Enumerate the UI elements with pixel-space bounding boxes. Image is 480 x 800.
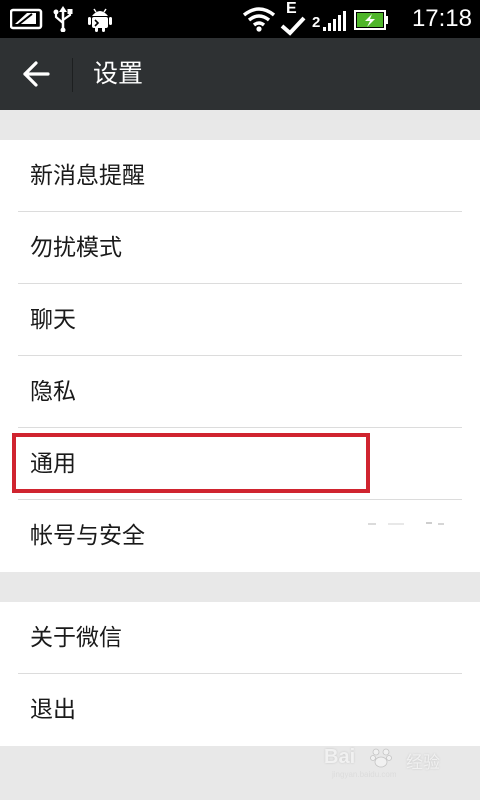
settings-item-chat[interactable]: 聊天 <box>0 284 480 356</box>
settings-item-label: 聊天 <box>30 307 76 333</box>
settings-item-label: 退出 <box>30 697 76 723</box>
paw-icon <box>370 748 392 768</box>
settings-item-label: 新消息提醒 <box>30 163 145 189</box>
settings-group-about: 关于微信 退出 <box>0 602 480 746</box>
action-bar: 设置 <box>0 38 480 110</box>
baidu-jingyan-watermark: Bai 经验 jingyan.baidu.com <box>324 742 450 782</box>
status-bar: E 2 17:18 <box>0 0 480 38</box>
system-icons: E 2 17:18 <box>242 0 472 38</box>
battery-charging-icon <box>354 10 388 30</box>
settings-item-privacy[interactable]: 隐私 <box>0 356 480 428</box>
watermark-brand: Bai <box>324 746 356 768</box>
faint-marks <box>368 522 444 525</box>
check-icon <box>280 16 306 36</box>
wifi-icon <box>242 7 276 32</box>
clock: 17:18 <box>411 5 472 32</box>
highlight-annotation-box <box>12 433 370 493</box>
settings-item-label: 关于微信 <box>30 625 122 651</box>
sim-slot-label: 2 <box>312 14 321 31</box>
signal-icon <box>323 11 346 31</box>
usb-icon <box>53 6 73 32</box>
settings-item-new-message-alert[interactable]: 新消息提醒 <box>0 140 480 212</box>
settings-item-account-security[interactable]: 帐号与安全 <box>0 500 480 572</box>
settings-item-about-wechat[interactable]: 关于微信 <box>0 602 480 674</box>
settings-item-do-not-disturb[interactable]: 勿扰模式 <box>0 212 480 284</box>
settings-item-label: 勿扰模式 <box>30 235 122 261</box>
settings-group-main: 新消息提醒 勿扰模式 聊天 隐私 通用 帐号与安全 <box>0 140 480 572</box>
watermark-url: jingyan.baidu.com <box>332 770 397 779</box>
action-bar-divider <box>72 58 73 92</box>
page-title: 设置 <box>93 59 144 88</box>
back-button[interactable] <box>0 38 72 110</box>
settings-item-logout[interactable]: 退出 <box>0 674 480 746</box>
settings-item-label: 隐私 <box>30 379 76 405</box>
tablet-icon <box>10 8 43 30</box>
settings-item-label: 帐号与安全 <box>30 523 145 549</box>
arrow-left-icon <box>23 61 50 87</box>
watermark-product: 经验 <box>406 753 440 773</box>
android-debug-icon <box>88 8 112 32</box>
